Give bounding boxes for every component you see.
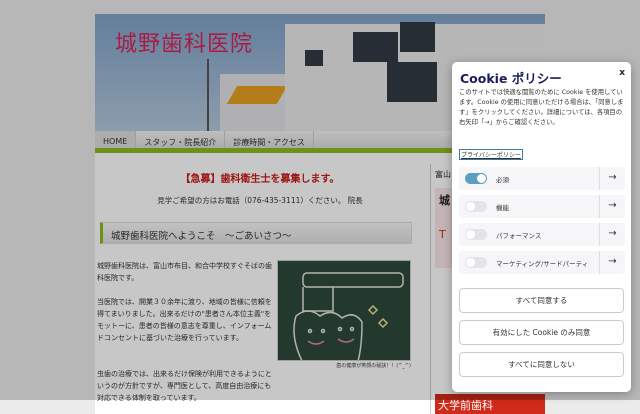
accept-all-button[interactable]: すべて同意する bbox=[459, 288, 624, 313]
cookie-category-marketing: マーケティング/サードパーティ → bbox=[459, 251, 625, 274]
cookie-category-performance: パフォーマンス → bbox=[459, 223, 625, 246]
toggle-required[interactable] bbox=[465, 173, 487, 184]
accept-selected-button[interactable]: 有効にした Cookie のみ同意 bbox=[459, 320, 624, 345]
toggle-marketing[interactable] bbox=[465, 257, 487, 268]
arrow-right-icon[interactable]: → bbox=[599, 223, 625, 246]
cookie-category-required: 必須 → bbox=[459, 167, 625, 190]
cookie-title: Cookie ポリシー bbox=[460, 71, 562, 86]
category-label: 必須 bbox=[496, 176, 509, 184]
privacy-policy-link[interactable]: プライバシーポリシー bbox=[459, 149, 523, 160]
cookie-dialog: Cookie ポリシー x このサイトでは快適な閲覧のために Cookie を使… bbox=[452, 62, 631, 392]
category-label: マーケティング/サードパーティ bbox=[496, 260, 589, 268]
cookie-description: このサイトでは快適な閲覧のために Cookie を使用しています。Cookie … bbox=[459, 89, 624, 126]
arrow-right-icon[interactable]: → bbox=[599, 195, 625, 218]
category-label: パフォーマンス bbox=[496, 232, 542, 240]
category-label: 機能 bbox=[496, 204, 509, 212]
close-icon[interactable]: x bbox=[619, 68, 625, 78]
reject-all-button[interactable]: すべてに同意しない bbox=[459, 352, 624, 377]
toggle-performance[interactable] bbox=[465, 229, 487, 240]
cookie-category-functional: 機能 → bbox=[459, 195, 625, 218]
arrow-right-icon[interactable]: → bbox=[599, 251, 625, 274]
toggle-functional[interactable] bbox=[465, 201, 487, 212]
arrow-right-icon[interactable]: → bbox=[599, 167, 625, 190]
